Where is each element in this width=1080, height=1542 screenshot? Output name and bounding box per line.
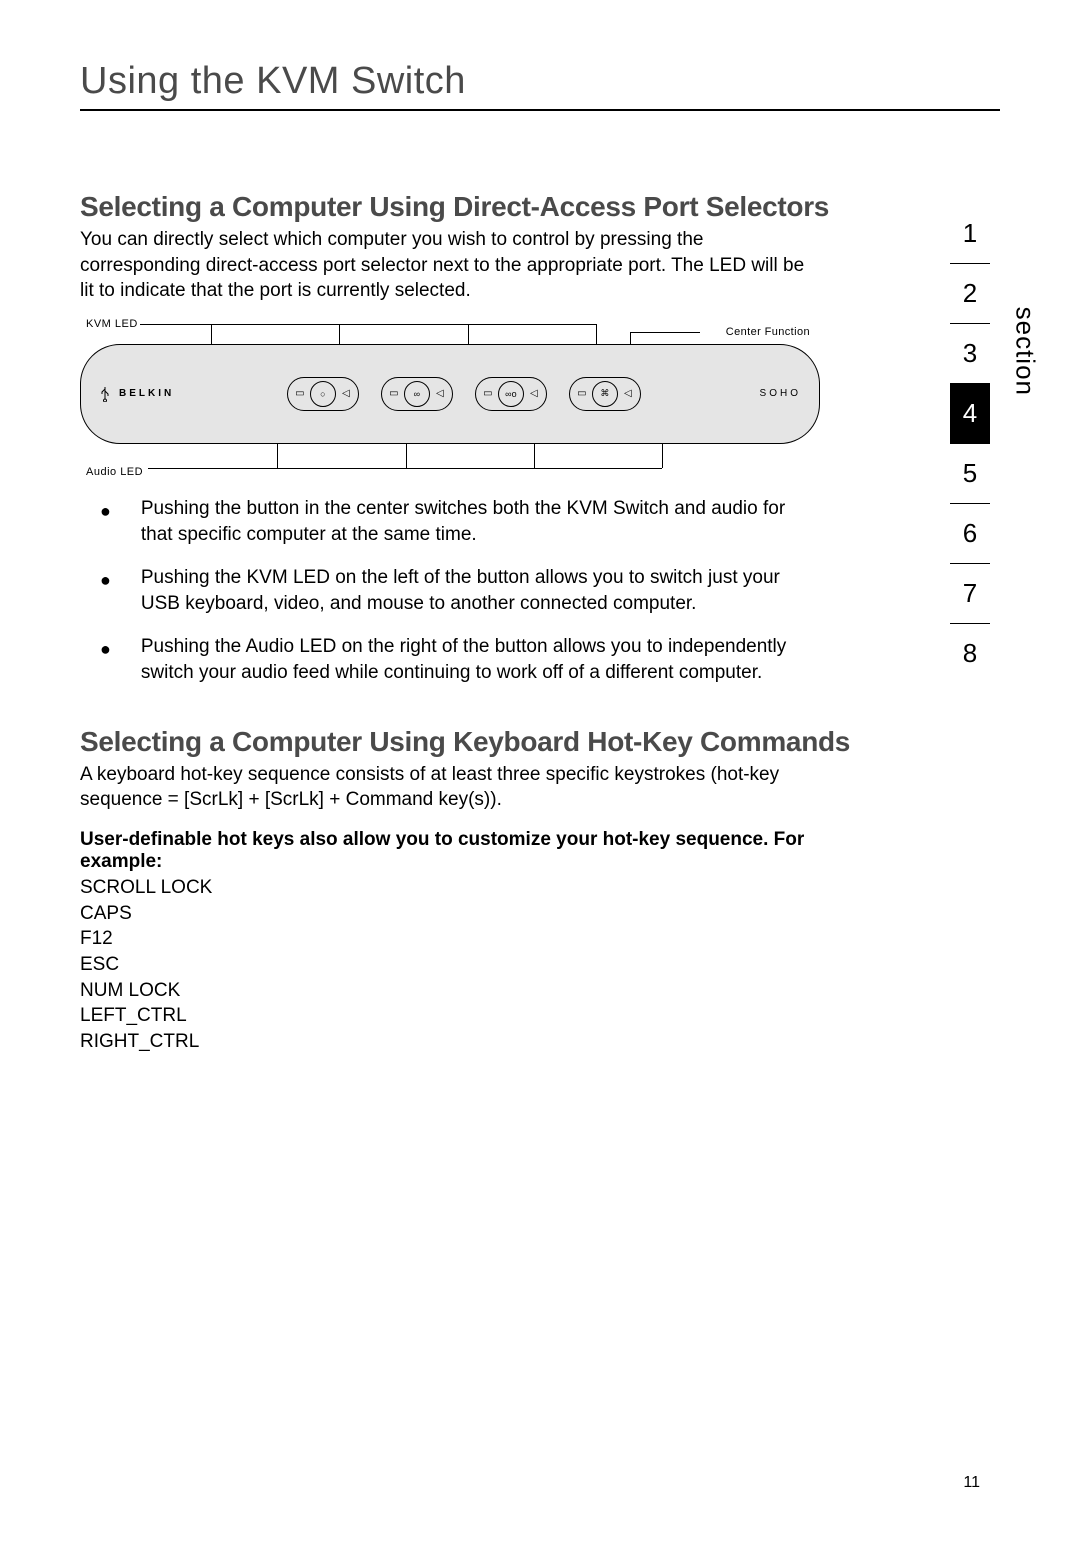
kvm-led-label: KVM LED bbox=[86, 318, 138, 330]
monitor-icon: ▭ bbox=[576, 388, 588, 399]
center-button-1: ○ bbox=[310, 381, 336, 407]
section-tab-6: 6 bbox=[950, 504, 990, 564]
section-vertical-label: section bbox=[1009, 307, 1040, 396]
subheading-hotkey: Selecting a Computer Using Keyboard Hot-… bbox=[80, 726, 1000, 758]
document-page: Using the KVM Switch Selecting a Compute… bbox=[0, 0, 1080, 1542]
center-button-2: ∞ bbox=[404, 381, 430, 407]
hotkey-item: NUM LOCK bbox=[80, 978, 1000, 1004]
section-tab-2: 2 bbox=[950, 264, 990, 324]
subheading-direct-access: Selecting a Computer Using Direct-Access… bbox=[80, 191, 1000, 223]
section-tab-7: 7 bbox=[950, 564, 990, 624]
page-number: 11 bbox=[963, 1474, 980, 1492]
hotkey-item: CAPS bbox=[80, 901, 1000, 927]
hotkey-bold-intro: User-definable hot keys also allow you t… bbox=[80, 829, 820, 873]
bullet-text: Pushing the Audio LED on the right of th… bbox=[141, 634, 820, 685]
center-function-label: Center Function bbox=[726, 326, 810, 338]
intro-hotkey: A keyboard hot-key sequence consists of … bbox=[80, 762, 820, 813]
usb-icon bbox=[99, 386, 111, 402]
audio-led-label: Audio LED bbox=[86, 466, 143, 478]
page-title: Using the KVM Switch bbox=[80, 60, 1000, 111]
monitor-icon: ▭ bbox=[294, 388, 306, 399]
port-selector-4: ▭ ⌘ ◁ bbox=[569, 377, 641, 411]
port-selector-1: ▭ ○ ◁ bbox=[287, 377, 359, 411]
speaker-icon: ◁ bbox=[434, 388, 446, 399]
soho-text: SOHO bbox=[760, 388, 801, 399]
brand-text: BELKIN bbox=[119, 388, 174, 399]
section-tab-5: 5 bbox=[950, 444, 990, 504]
hotkey-item: SCROLL LOCK bbox=[80, 875, 1000, 901]
intro-direct-access: You can directly select which computer y… bbox=[80, 227, 820, 304]
bullet-dot-icon: ● bbox=[100, 496, 111, 547]
hotkey-item: ESC bbox=[80, 952, 1000, 978]
hotkey-item: LEFT_CTRL bbox=[80, 1003, 1000, 1029]
center-button-3: ∞o bbox=[498, 381, 524, 407]
monitor-icon: ▭ bbox=[388, 388, 400, 399]
section-tab-4: 4 bbox=[950, 384, 990, 444]
bullet-text: Pushing the KVM LED on the left of the b… bbox=[141, 565, 820, 616]
monitor-icon: ▭ bbox=[482, 388, 494, 399]
section-tab-3: 3 bbox=[950, 324, 990, 384]
section-tab-1: 1 bbox=[950, 204, 990, 264]
center-button-4: ⌘ bbox=[592, 381, 618, 407]
hotkey-item: RIGHT_CTRL bbox=[80, 1029, 1000, 1055]
device-panel: BELKIN ▭ ○ ◁ ▭ ∞ ◁ ▭ ∞o ◁ bbox=[80, 344, 820, 444]
bullet-dot-icon: ● bbox=[100, 565, 111, 616]
section-tab-8: 8 bbox=[950, 624, 990, 683]
bullet-item: ● Pushing the button in the center switch… bbox=[80, 496, 820, 547]
speaker-icon: ◁ bbox=[528, 388, 540, 399]
speaker-icon: ◁ bbox=[622, 388, 634, 399]
hotkey-item: F12 bbox=[80, 926, 1000, 952]
hotkey-list: SCROLL LOCK CAPS F12 ESC NUM LOCK LEFT_C… bbox=[80, 875, 1000, 1054]
kvm-panel-diagram: KVM LED Center Function Audio LED BELKIN bbox=[80, 318, 820, 478]
feature-bullets: ● Pushing the button in the center switch… bbox=[80, 496, 820, 686]
bullet-text: Pushing the button in the center switche… bbox=[141, 496, 820, 547]
brand-block: BELKIN bbox=[99, 386, 174, 402]
port-selector-3: ▭ ∞o ◁ bbox=[475, 377, 547, 411]
port-selector-2: ▭ ∞ ◁ bbox=[381, 377, 453, 411]
bullet-dot-icon: ● bbox=[100, 634, 111, 685]
bullet-item: ● Pushing the Audio LED on the right of t… bbox=[80, 634, 820, 685]
bullet-item: ● Pushing the KVM LED on the left of the … bbox=[80, 565, 820, 616]
speaker-icon: ◁ bbox=[340, 388, 352, 399]
port-buttons: ▭ ○ ◁ ▭ ∞ ◁ ▭ ∞o ◁ ▭ ⌘ ◁ bbox=[287, 377, 641, 411]
section-tabs: 1 2 3 4 5 6 7 8 bbox=[940, 204, 1000, 683]
